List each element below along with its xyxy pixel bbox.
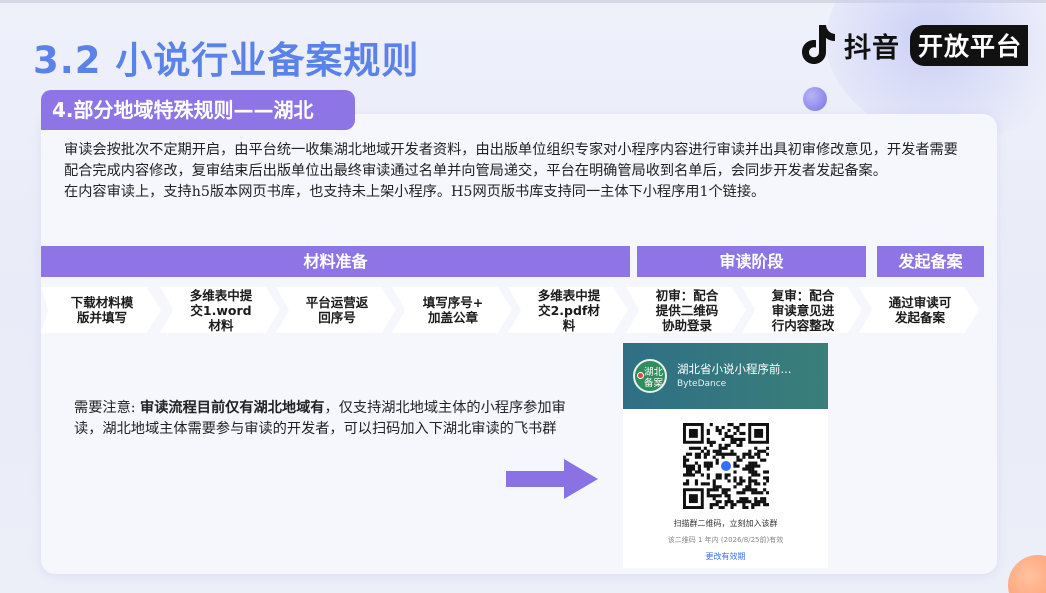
step-submit-word: 多维表中提 交1.word 材料 <box>160 287 280 333</box>
qr-code-icon[interactable] <box>683 423 769 509</box>
step-submit-pdf: 多维表中提 交2.pdf材料 <box>508 287 628 333</box>
qr-card-header: 湖北 备案 湖北省小说小程序前... ByteDance <box>623 343 828 409</box>
qr-validity: 该二维码 1 年内 (2026/8/25前)有效 <box>667 536 784 544</box>
decorative-orange-circle <box>1008 555 1046 593</box>
note-highlight: 审读流程目前仅有湖北地域有 <box>140 400 325 416</box>
phase-filing: 发起备案 <box>877 246 984 277</box>
attention-note: 需要注意: 审读流程目前仅有湖北地域有，仅支持湖北地域主体的小程序参加审读，湖北… <box>74 398 574 440</box>
step-download-template: 下载材料模 版并填写 <box>41 287 161 333</box>
change-validity-link[interactable]: 更改有效期 <box>623 551 828 562</box>
step-initial-review: 初审：配合 提供二维码 协助登录 <box>626 287 746 333</box>
avatar-text-2: 备案 <box>644 378 664 389</box>
process-steps: 下载材料模 版并填写 多维表中提 交1.word 材料 平台运营返 回序号 填写序号+ 加… <box>41 287 981 333</box>
page-title: 3.2 小说行业备案规则 <box>33 39 420 82</box>
brand-name: 抖音 <box>844 32 900 64</box>
intro-paragraph-1: 审读会按批次不定期开启，由平台统一收集湖北地域开发者资料，由出版单位组织专家对小… <box>64 142 958 179</box>
douyin-note-icon <box>800 23 836 67</box>
group-name: 湖北省小说小程序前... <box>677 362 792 376</box>
step-return-number: 平台运营返 回序号 <box>276 287 396 333</box>
step-start-filing: 通过审读可 发起备案 <box>859 287 979 333</box>
section-subtitle: 4.部分地域特殊规则——湖北 <box>41 90 355 130</box>
feishu-group-qr-card[interactable]: 湖北 备案 湖北省小说小程序前... ByteDance 扫描群二维码，立刻加入… <box>623 343 828 568</box>
avatar-badge-icon <box>637 372 644 379</box>
step-fill-number-stamp: 填写序号+ 加盖公章 <box>392 287 512 333</box>
intro-text: 审读会按批次不定期开启，由平台统一收集湖北地域开发者资料，由出版单位组织专家对小… <box>64 140 964 203</box>
group-avatar: 湖北 备案 <box>633 359 667 393</box>
avatar-text-1: 湖北 <box>644 367 664 378</box>
douyin-open-platform-logo: 抖音 开放平台 <box>800 22 1029 68</box>
platform-badge: 开放平台 <box>910 24 1029 66</box>
group-org: ByteDance <box>677 379 727 389</box>
qr-caption: 扫描群二维码，立刻加入该群 <box>673 519 778 528</box>
step-second-review: 复审：配合 审读意见进 行内容整改 <box>742 287 862 333</box>
intro-paragraph-2: 在内容审读上，支持h5版本网页书库，也支持未上架小程序。H5网页版书库支持同一主… <box>64 184 766 200</box>
phase-review: 审读阶段 <box>637 246 866 277</box>
note-prefix: 需要注意: <box>74 400 141 416</box>
phase-material-preparation: 材料准备 <box>41 246 630 277</box>
decorative-dot <box>803 87 827 111</box>
arrow-right-icon <box>506 459 598 499</box>
